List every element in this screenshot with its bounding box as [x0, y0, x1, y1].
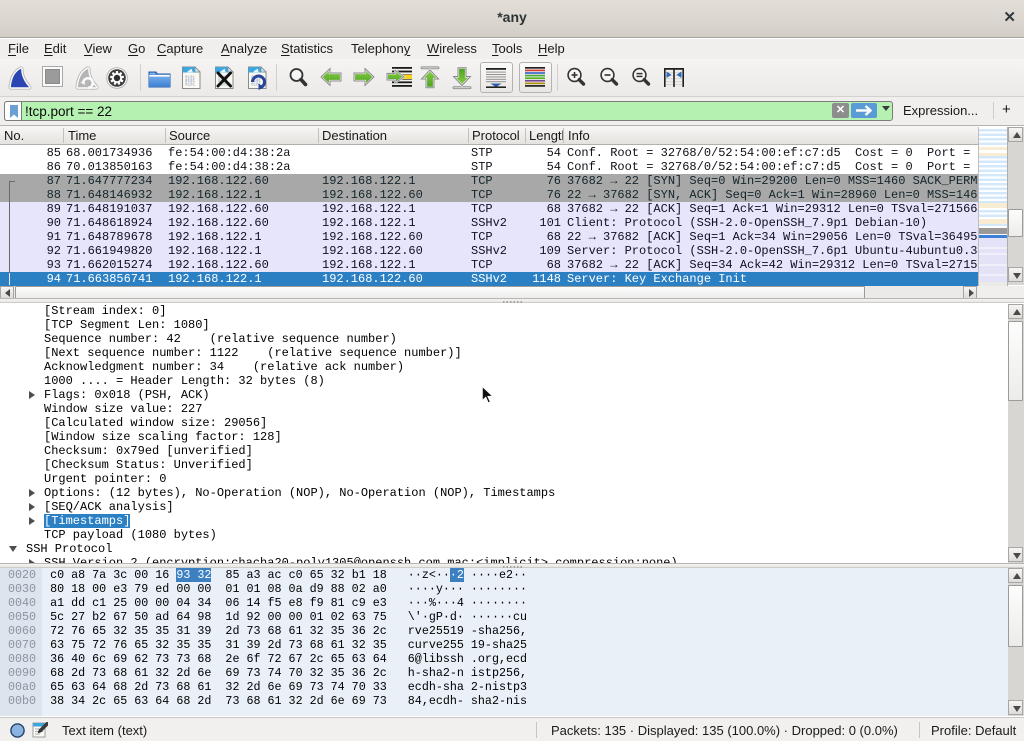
svg-text:0101: 0101 — [185, 84, 196, 88]
